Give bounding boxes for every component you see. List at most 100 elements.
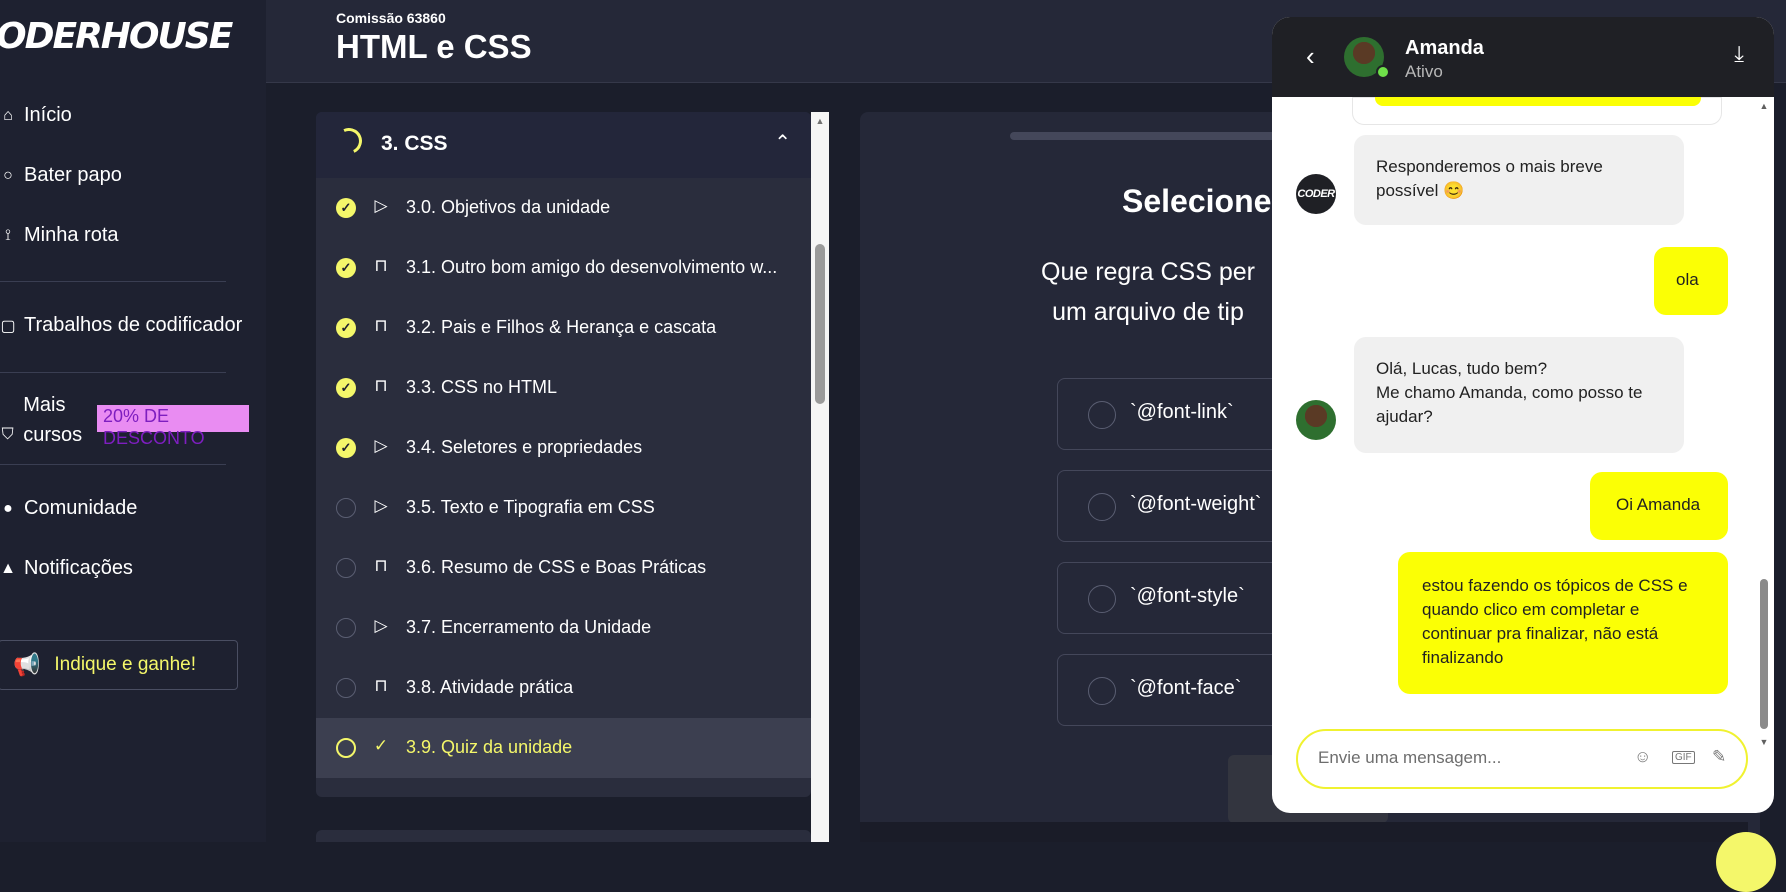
lesson-label: 3.1. Outro bom amigo do desenvolvimento … xyxy=(406,257,778,277)
quiz-icon: ✓ xyxy=(373,736,389,755)
quiz-option[interactable]: `@font-weight` xyxy=(1057,470,1287,542)
coder-avatar-text: CODER xyxy=(1297,188,1335,200)
lesson-item[interactable]: ✓ ⊓ 3.3. CSS no HTML xyxy=(316,358,811,418)
play-icon: ▷ xyxy=(374,196,388,215)
chat-message-incoming: Responderemos o mais breve possível 😊 xyxy=(1354,135,1684,225)
emoji-icon[interactable]: ☺ xyxy=(1634,747,1651,767)
message-composer: ☺ GIF ✎ xyxy=(1296,729,1748,789)
scroll-up-icon[interactable]: ▲ xyxy=(1758,101,1770,111)
option-label: `@font-link` xyxy=(1130,401,1234,423)
sidebar-item-label: Minha rota xyxy=(24,224,119,246)
lesson-item[interactable]: ✓ ▷ 3.4. Seletores e propriedades xyxy=(316,418,811,478)
unit-header[interactable]: 3. CSS ⌃ xyxy=(316,112,811,178)
check-icon: ✓ xyxy=(336,378,356,398)
chat-widget: ‹ Amanda Ativo ⤓ CODER Responderemos o m… xyxy=(1272,17,1774,813)
lesson-label: 3.4. Seletores e propriedades xyxy=(406,437,643,457)
chat-contact-name: Amanda xyxy=(1405,37,1484,59)
play-icon: ▷ xyxy=(374,436,388,455)
scroll-up-icon[interactable]: ▲ xyxy=(815,116,825,126)
sidebar-divider xyxy=(0,281,226,282)
sidebar-item-inicio[interactable]: ⌂ Início xyxy=(0,104,72,127)
scroll-down-icon[interactable]: ▼ xyxy=(1758,737,1770,747)
chat-scrollbar[interactable]: ▲ ▼ xyxy=(1756,97,1770,747)
quiz-question: Que regra CSS per um arquivo de tip xyxy=(1041,258,1255,326)
bell-icon: ▲ xyxy=(0,559,16,577)
chevron-up-icon[interactable]: ⌃ xyxy=(774,130,791,155)
play-icon: ▷ xyxy=(374,616,388,635)
radio-icon[interactable] xyxy=(1088,493,1116,521)
chat-message-outgoing: Oi Amanda xyxy=(1590,472,1728,540)
option-label: `@font-face` xyxy=(1130,677,1242,699)
radio-icon[interactable] xyxy=(1088,677,1116,705)
home-icon: ⌂ xyxy=(3,106,13,124)
lesson-item[interactable]: ✓ ⊓ 3.2. Pais e Filhos & Herança e cascata xyxy=(316,298,811,358)
indique-button[interactable]: 📢 Indique e ganhe! xyxy=(0,640,238,690)
lesson-label: 3.9. Quiz da unidade xyxy=(406,737,573,757)
option-label: `@font-weight` xyxy=(1130,493,1262,515)
message-input[interactable] xyxy=(1316,747,1620,769)
amanda-avatar xyxy=(1296,400,1336,440)
sidebar-item-trabalhos[interactable]: ▢ Trabalhos de codificador xyxy=(0,314,242,337)
commission-label: Comissão 63860 xyxy=(336,10,446,26)
sidebar-item-mais-cursos[interactable]: ⛉ Mais cursos xyxy=(0,390,90,450)
book-icon: ⊓ xyxy=(374,316,388,335)
next-unit-card[interactable] xyxy=(316,830,811,842)
online-indicator xyxy=(1376,65,1390,79)
lesson-label: 3.0. Objetivos da unidade xyxy=(406,197,611,217)
sidebar-item-label: Bater papo xyxy=(24,164,122,186)
sidebar-item-notificacoes[interactable]: ▲ Notificações xyxy=(0,557,133,580)
lesson-label: 3.8. Atividade prática xyxy=(406,677,574,697)
back-arrow-icon[interactable]: ‹ xyxy=(1306,41,1315,72)
chat-messages: CODER Responderemos o mais breve possíve… xyxy=(1272,97,1752,717)
chat-message-outgoing: ola xyxy=(1654,247,1728,315)
sidebar-item-label: Notificações xyxy=(24,557,133,579)
sidebar-item-minha-rota[interactable]: ⟟ Minha rota xyxy=(0,224,119,247)
lessons-scrollbar[interactable]: ▲ xyxy=(811,112,829,842)
chat-message-incoming: Olá, Lucas, tudo bem? Me chamo Amanda, c… xyxy=(1354,337,1684,453)
scrollbar-thumb[interactable] xyxy=(815,244,825,404)
book-icon: ⊓ xyxy=(374,676,388,695)
status-circle-icon xyxy=(336,558,356,578)
lesson-label: 3.2. Pais e Filhos & Herança e cascata xyxy=(406,317,717,337)
paperclip-icon[interactable]: ✎ xyxy=(1712,747,1726,767)
quiz-option[interactable]: `@font-link` xyxy=(1057,378,1287,450)
chat-header: ‹ Amanda Ativo ⤓ xyxy=(1272,17,1774,97)
sidebar-divider xyxy=(0,464,226,465)
status-circle-icon xyxy=(336,618,356,638)
sidebar-divider xyxy=(0,372,226,373)
previous-message-bubble xyxy=(1375,97,1701,106)
logo[interactable]: ODERHOUSE xyxy=(0,16,233,57)
lesson-item[interactable]: ⊓ 3.8. Atividade prática xyxy=(316,658,811,718)
radio-icon[interactable] xyxy=(1088,585,1116,613)
progress-spinner-icon xyxy=(332,124,366,158)
lesson-item[interactable]: ▷ 3.5. Texto e Tipografia em CSS xyxy=(316,478,811,538)
scrollbar-thumb[interactable] xyxy=(1760,579,1768,729)
lesson-item[interactable]: ✓ ▷ 3.0. Objetivos da unidade xyxy=(316,178,811,238)
gif-icon[interactable]: GIF xyxy=(1672,751,1695,764)
lesson-item[interactable]: ✓ ⊓ 3.1. Outro bom amigo do desenvolviment… xyxy=(316,238,811,298)
radio-icon[interactable] xyxy=(1088,401,1116,429)
unit-title: 3. CSS xyxy=(381,132,448,155)
status-circle-icon xyxy=(336,738,356,758)
download-icon[interactable]: ⤓ xyxy=(1734,41,1744,67)
quiz-option[interactable]: `@font-face` xyxy=(1057,654,1287,726)
indique-label: Indique e ganhe! xyxy=(54,654,196,675)
book-icon: ⊓ xyxy=(374,256,388,275)
lesson-item[interactable]: ✓ 3.9. Quiz da unidade xyxy=(316,718,811,778)
check-icon: ✓ xyxy=(336,438,356,458)
lesson-label: 3.7. Encerramento da Unidade xyxy=(406,617,652,637)
sidebar-item-comunidade[interactable]: ● Comunidade xyxy=(0,497,137,520)
book-icon: ⊓ xyxy=(374,556,388,575)
sidebar: ODERHOUSE ⌂ Início ○ Bater papo ⟟ Minha … xyxy=(0,0,266,842)
megaphone-icon: 📢 xyxy=(13,652,41,677)
chat-launcher-button[interactable] xyxy=(1716,832,1776,892)
lesson-item[interactable]: ▷ 3.7. Encerramento da Unidade xyxy=(316,598,811,658)
course-title: HTML e CSS xyxy=(336,28,532,65)
lesson-label: 3.5. Texto e Tipografia em CSS xyxy=(406,497,655,517)
sidebar-item-bater-papo[interactable]: ○ Bater papo xyxy=(0,164,122,187)
quiz-option[interactable]: `@font-style` xyxy=(1057,562,1287,634)
cart-icon: ⛉ xyxy=(1,426,14,443)
lesson-item[interactable]: ⊓ 3.6. Resumo de CSS e Boas Práticas xyxy=(316,538,811,598)
unit-lessons-panel: 3. CSS ⌃ ✓ ▷ 3.0. Objetivos da unidade ✓ ⊓ 3.… xyxy=(316,112,811,797)
check-icon: ✓ xyxy=(336,198,356,218)
